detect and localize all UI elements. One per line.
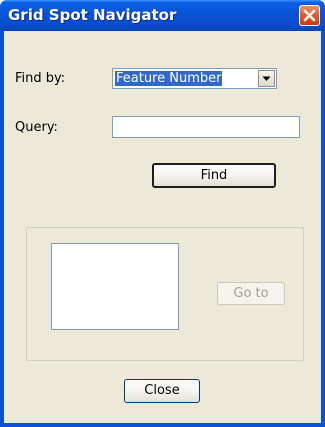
window-title: Grid Spot Navigator (8, 6, 177, 24)
results-group: Go to (26, 227, 304, 361)
find-by-dropdown[interactable]: Feature Number (112, 68, 277, 89)
find-by-label: Find by: (15, 71, 66, 86)
dialog-body: Find by: Feature Number Query: Find Go t… (4, 31, 321, 423)
results-list[interactable] (51, 243, 179, 330)
close-button[interactable]: Close (124, 379, 200, 403)
query-input[interactable] (112, 116, 300, 138)
dropdown-arrow-button[interactable] (258, 70, 275, 87)
dialog-window: Grid Spot Navigator Find by: Feature Num… (0, 0, 325, 427)
find-by-selected-value: Feature Number (115, 71, 223, 86)
close-icon (303, 9, 316, 22)
goto-button[interactable]: Go to (217, 282, 285, 305)
query-label: Query: (15, 120, 58, 135)
chevron-down-icon (262, 76, 271, 81)
title-bar[interactable]: Grid Spot Navigator (0, 0, 325, 31)
find-button[interactable]: Find (152, 163, 276, 188)
window-close-button[interactable] (299, 5, 320, 26)
